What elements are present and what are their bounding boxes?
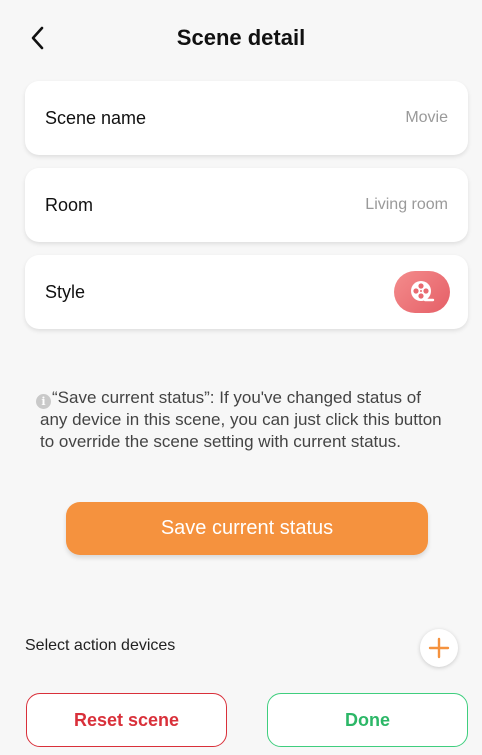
- info-note: i “Save current status”: If you've change…: [36, 387, 450, 453]
- scene-name-row[interactable]: Scene name Movie: [25, 81, 468, 155]
- add-device-button[interactable]: [420, 629, 458, 667]
- save-current-status-button[interactable]: Save current status: [66, 502, 428, 555]
- header: Scene detail: [0, 0, 482, 78]
- scene-name-label: Scene name: [45, 107, 147, 128]
- film-reel-icon: [411, 281, 435, 302]
- page-title: Scene detail: [176, 25, 306, 50]
- style-label: Style: [45, 281, 86, 302]
- select-action-devices-label: Select action devices: [25, 637, 176, 654]
- scene-detail-screen: Scene detail Scene name Movie Room Livin…: [0, 0, 482, 755]
- room-row[interactable]: Room Living room: [25, 168, 468, 242]
- info-text: “Save current status”: If you've changed…: [40, 388, 442, 451]
- room-label: Room: [45, 194, 94, 215]
- style-row[interactable]: Style: [25, 255, 468, 329]
- style-icon-badge[interactable]: [394, 271, 450, 313]
- reset-scene-button[interactable]: Reset scene: [26, 693, 227, 747]
- done-button[interactable]: Done: [267, 693, 468, 747]
- room-value: Living room: [365, 196, 448, 213]
- scene-name-value: Movie: [405, 109, 448, 126]
- plus-icon: [428, 637, 450, 659]
- info-icon: i: [36, 394, 51, 409]
